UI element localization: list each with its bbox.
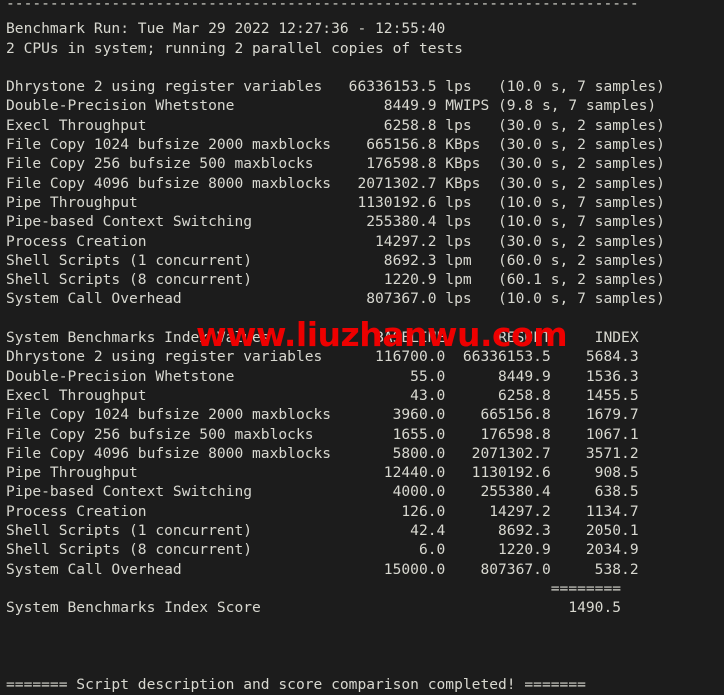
terminal-window: ----------------------------------------… xyxy=(0,0,724,693)
terminal-output: Benchmark Run: Tue Mar 29 2022 12:27:36 … xyxy=(6,20,665,694)
top-separator-rule: ----------------------------------------… xyxy=(6,0,639,12)
